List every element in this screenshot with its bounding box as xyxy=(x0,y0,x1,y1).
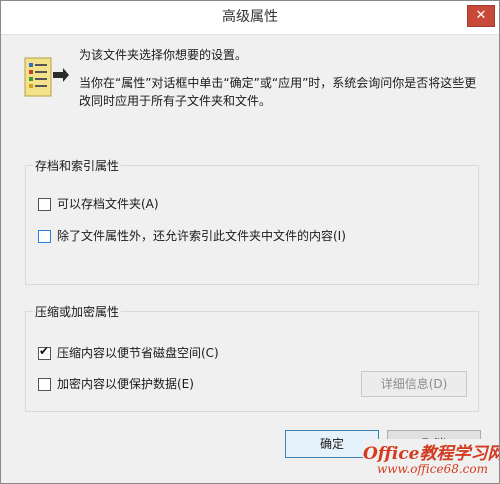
folder-properties-icon xyxy=(23,54,71,102)
index-checkbox-label[interactable]: 除了文件属性外，还允许索引此文件夹中文件的内容(I) xyxy=(57,228,346,244)
dialog-title: 高级属性 xyxy=(222,9,278,25)
header-description: 当你在“属性”对话框中单击“确定”或“应用”时，系统会询问你是否将这些更改同时应… xyxy=(79,76,477,108)
archive-checkbox[interactable] xyxy=(38,198,51,211)
details-button[interactable]: 详细信息(D) xyxy=(361,371,467,397)
close-button[interactable]: ✕ xyxy=(467,5,495,27)
watermark-url: www.office68.com xyxy=(377,462,488,476)
watermark-title: Office教程学习网 xyxy=(363,444,500,464)
checkmark-icon: ✔ xyxy=(39,344,50,358)
encrypt-checkbox[interactable] xyxy=(38,378,51,391)
compress-checkbox-label[interactable]: 压缩内容以便节省磁盘空间(C) xyxy=(57,345,219,361)
archive-checkbox-label[interactable]: 可以存档文件夹(A) xyxy=(57,196,159,212)
site-watermark: Office教程学习网 www.office68.com xyxy=(363,439,499,483)
encrypt-checkbox-label[interactable]: 加密内容以便保护数据(E) xyxy=(57,376,194,392)
index-checkbox[interactable] xyxy=(38,230,51,243)
close-icon: ✕ xyxy=(475,8,487,23)
compress-checkbox[interactable]: ✔ xyxy=(38,344,51,360)
compress-encrypt-group: 压缩或加密属性 ✔ 压缩内容以便节省磁盘空间(C) 加密内容以便保护数据(E) … xyxy=(25,303,479,412)
title-bar[interactable]: 高级属性 ✕ xyxy=(1,1,499,35)
archive-group-title: 存档和索引属性 xyxy=(33,157,122,174)
archive-index-group: 存档和索引属性 可以存档文件夹(A) 除了文件属性外，还允许索引此文件夹中文件的… xyxy=(25,157,479,285)
advanced-attributes-dialog: 高级属性 ✕ 为该文件夹选择你想要的设置。 当你在“属性”对话框中单击“确定”或… xyxy=(0,0,500,484)
compress-group-title: 压缩或加密属性 xyxy=(33,303,122,320)
header-instruction: 为该文件夹选择你想要的设置。 xyxy=(79,48,248,62)
